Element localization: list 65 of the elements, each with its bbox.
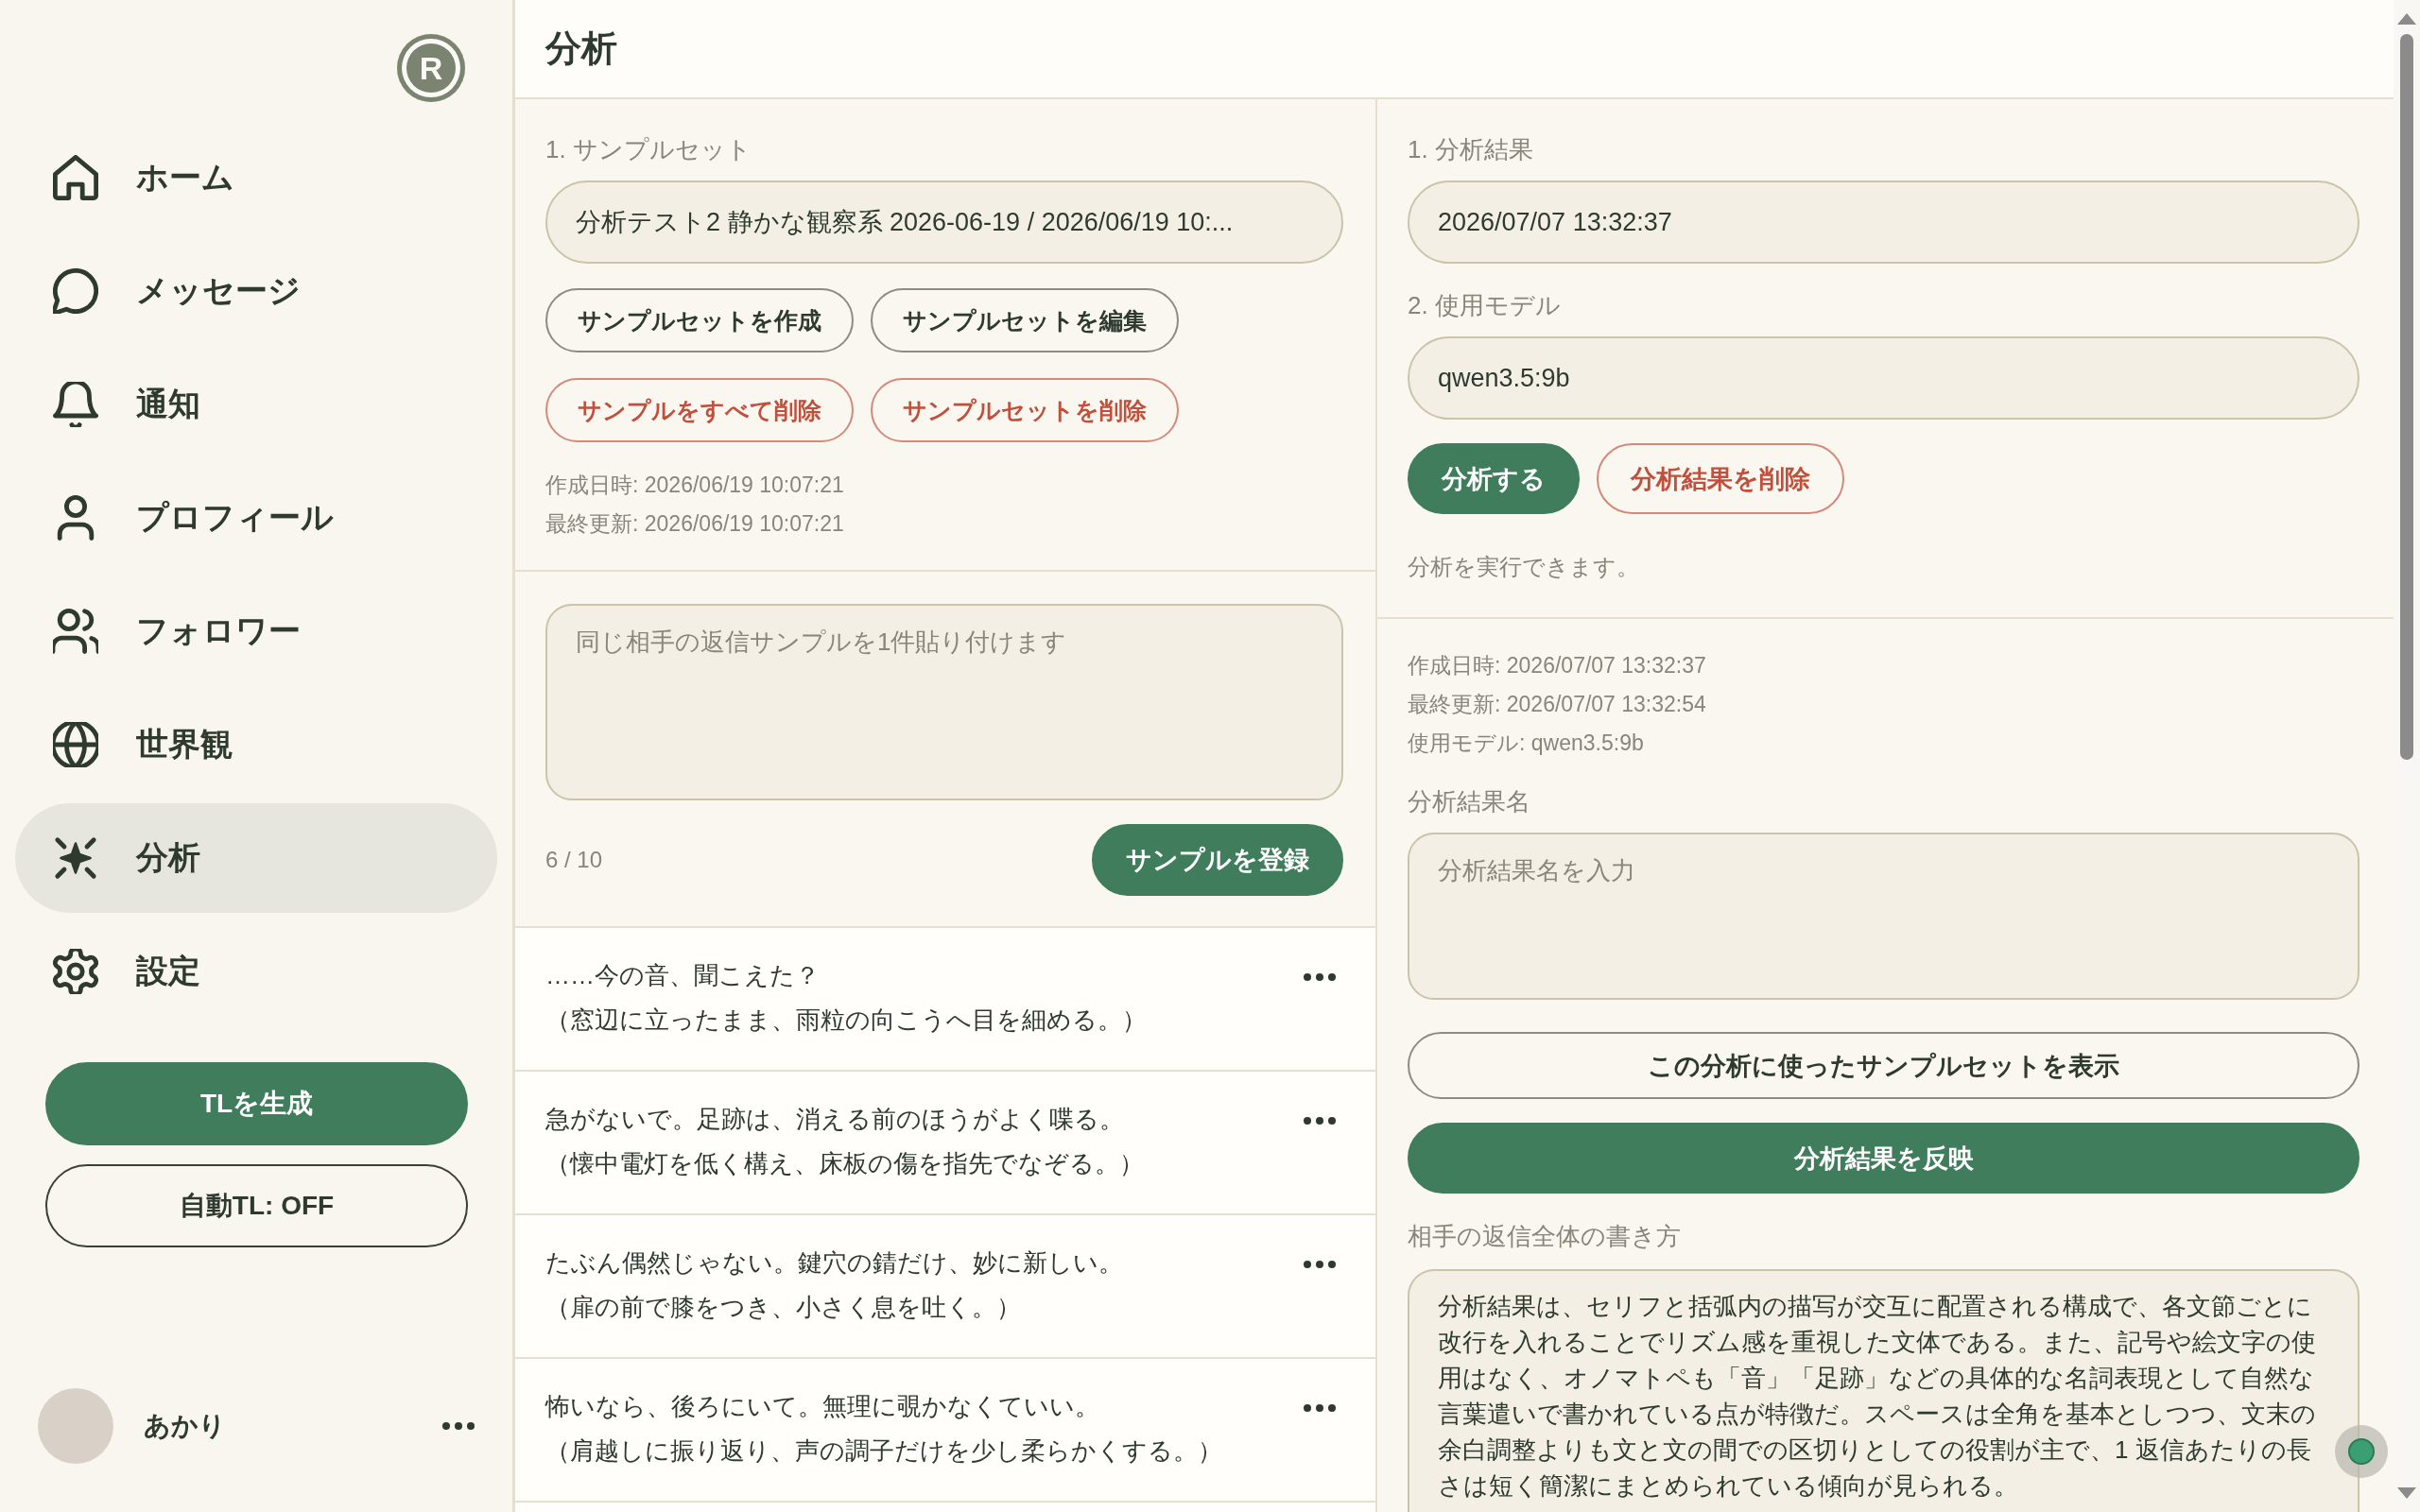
auto-tl-button[interactable]: 自動TL: OFF (45, 1164, 468, 1247)
dot-icon[interactable] (2335, 1425, 2388, 1478)
scrollbar[interactable] (2394, 0, 2420, 1512)
writing-style-field[interactable]: 分析結果は、セリフと括弧内の描写が交互に配置される構成で、各文節ごとに改行を入れることでリズム感を重視した文体である。また、記号や絵文字の使用はなく、オノマトペも「音」「足跡」などの具体的な名詞表現として自然な言葉遣いで書かれている点が特徴だ。スペースは全角を基本としつつ、文末の余白調整よりも文と文の間での区切りとしての役割が主で、1 返信あたりの長さは短く簡潔にまとめられている傾向が見られる。 (1408, 1269, 2360, 1512)
sample-line-text: 怖いなら、後ろにいて。無理に覗かなくていい。 (545, 1391, 1099, 1422)
nav-item[interactable]: メッセージ (15, 236, 497, 346)
field-label: 2. 使用モデル (1408, 290, 1561, 320)
field-label: 1. 分析結果 (1408, 134, 1533, 164)
apply-result-button[interactable]: 分析結果を反映 (1408, 1123, 2360, 1194)
meta-text: 使用モデル: qwen3.5:9b (1408, 730, 1644, 757)
meta-text: 作成日時: 2026/07/07 13:32:37 (1408, 652, 1706, 679)
more-icon[interactable] (1304, 973, 1336, 981)
scroll-down-icon[interactable] (2397, 1487, 2416, 1499)
meta-text: 最終更新: 2026/06/19 10:07:21 (545, 510, 844, 538)
sample-action-text: （肩越しに振り返り、声の調子だけを少し柔らかくする。） (545, 1435, 1222, 1467)
nav-item[interactable]: 分析 (15, 803, 497, 913)
sample-input-field[interactable]: 同じ相手の返信サンプルを1件貼り付けます (545, 604, 1343, 800)
generate-tl-button[interactable]: TLを生成 (45, 1062, 468, 1145)
chat-bubble-icon (53, 268, 98, 314)
user-name: あかり (144, 1410, 226, 1442)
gear-icon (53, 949, 98, 994)
nav-item[interactable]: 通知 (15, 350, 497, 459)
more-icon[interactable] (1304, 1117, 1336, 1125)
more-icon[interactable] (1304, 1404, 1336, 1412)
sample-line-text: ……今の音、聞こえた？ (545, 960, 820, 991)
app-logo[interactable]: R (397, 34, 465, 102)
home-icon (53, 155, 98, 200)
sparkle-icon (53, 835, 98, 881)
nav-item[interactable]: 世界観 (15, 690, 497, 799)
delete-sample-set-button[interactable]: サンプルセットを削除 (871, 378, 1179, 442)
status-text: 分析を実行できます。 (1408, 553, 1639, 581)
sample-line-text: たぶん偶然じゃない。鍵穴の錆だけ、妙に新しい。 (545, 1247, 1123, 1279)
field-label: 1. サンプルセット (545, 134, 752, 164)
meta-text: 作成日時: 2026/06/19 10:07:21 (545, 472, 844, 499)
model-field[interactable]: qwen3.5:9b (1408, 336, 2360, 420)
register-sample-button[interactable]: サンプルを登録 (1092, 824, 1343, 896)
analyze-button[interactable]: 分析する (1408, 443, 1580, 514)
field-label: 相手の返信全体の書き方 (1408, 1221, 1681, 1251)
edit-sample-set-button[interactable]: サンプルセットを編集 (871, 288, 1179, 352)
nav-item[interactable]: ホーム (15, 123, 497, 232)
scrollbar-thumb[interactable] (2400, 34, 2413, 760)
page-title: 分析 (545, 27, 617, 70)
sample-line-text: 急がないで。足跡は、消える前のほうがよく喋る。 (545, 1104, 1124, 1135)
result-name-field[interactable]: 分析結果名を入力 (1408, 833, 2360, 1000)
sample-action-text: （扉の前で膝をつき、小さく息を吐く。） (545, 1292, 1021, 1323)
delete-result-button[interactable]: 分析結果を削除 (1597, 443, 1844, 514)
people-icon (53, 609, 98, 654)
bell-icon (53, 382, 98, 427)
create-sample-set-button[interactable]: サンプルセットを作成 (545, 288, 854, 352)
nav-item[interactable]: フォロワー (15, 576, 497, 686)
delete-all-samples-button[interactable]: サンプルをすべて削除 (545, 378, 854, 442)
sample-count: 6 / 10 (545, 847, 603, 873)
sample-set-select[interactable]: 分析テスト2 静かな観察系 2026-06-19 / 2026/06/19 10:... (545, 180, 1343, 264)
sample-action-text: （懐中電灯を低く構え、床板の傷を指先でなぞる。） (545, 1148, 1144, 1179)
more-icon[interactable] (442, 1422, 475, 1430)
show-sample-set-button[interactable]: この分析に使ったサンプルセットを表示 (1408, 1032, 2360, 1099)
more-icon[interactable] (1304, 1261, 1336, 1268)
sample-action-text: （窓辺に立ったまま、雨粒の向こうへ目を細める。） (545, 1005, 1147, 1036)
nav-item[interactable]: 設定 (15, 917, 497, 1026)
globe-icon (53, 722, 98, 767)
meta-text: 最終更新: 2026/07/07 13:32:54 (1408, 691, 1706, 718)
field-label: 分析結果名 (1408, 786, 1530, 816)
analysis-result-select[interactable]: 2026/07/07 13:32:37 (1408, 180, 2360, 264)
scroll-up-icon[interactable] (2397, 13, 2416, 25)
nav-item[interactable]: プロフィール (15, 463, 497, 573)
